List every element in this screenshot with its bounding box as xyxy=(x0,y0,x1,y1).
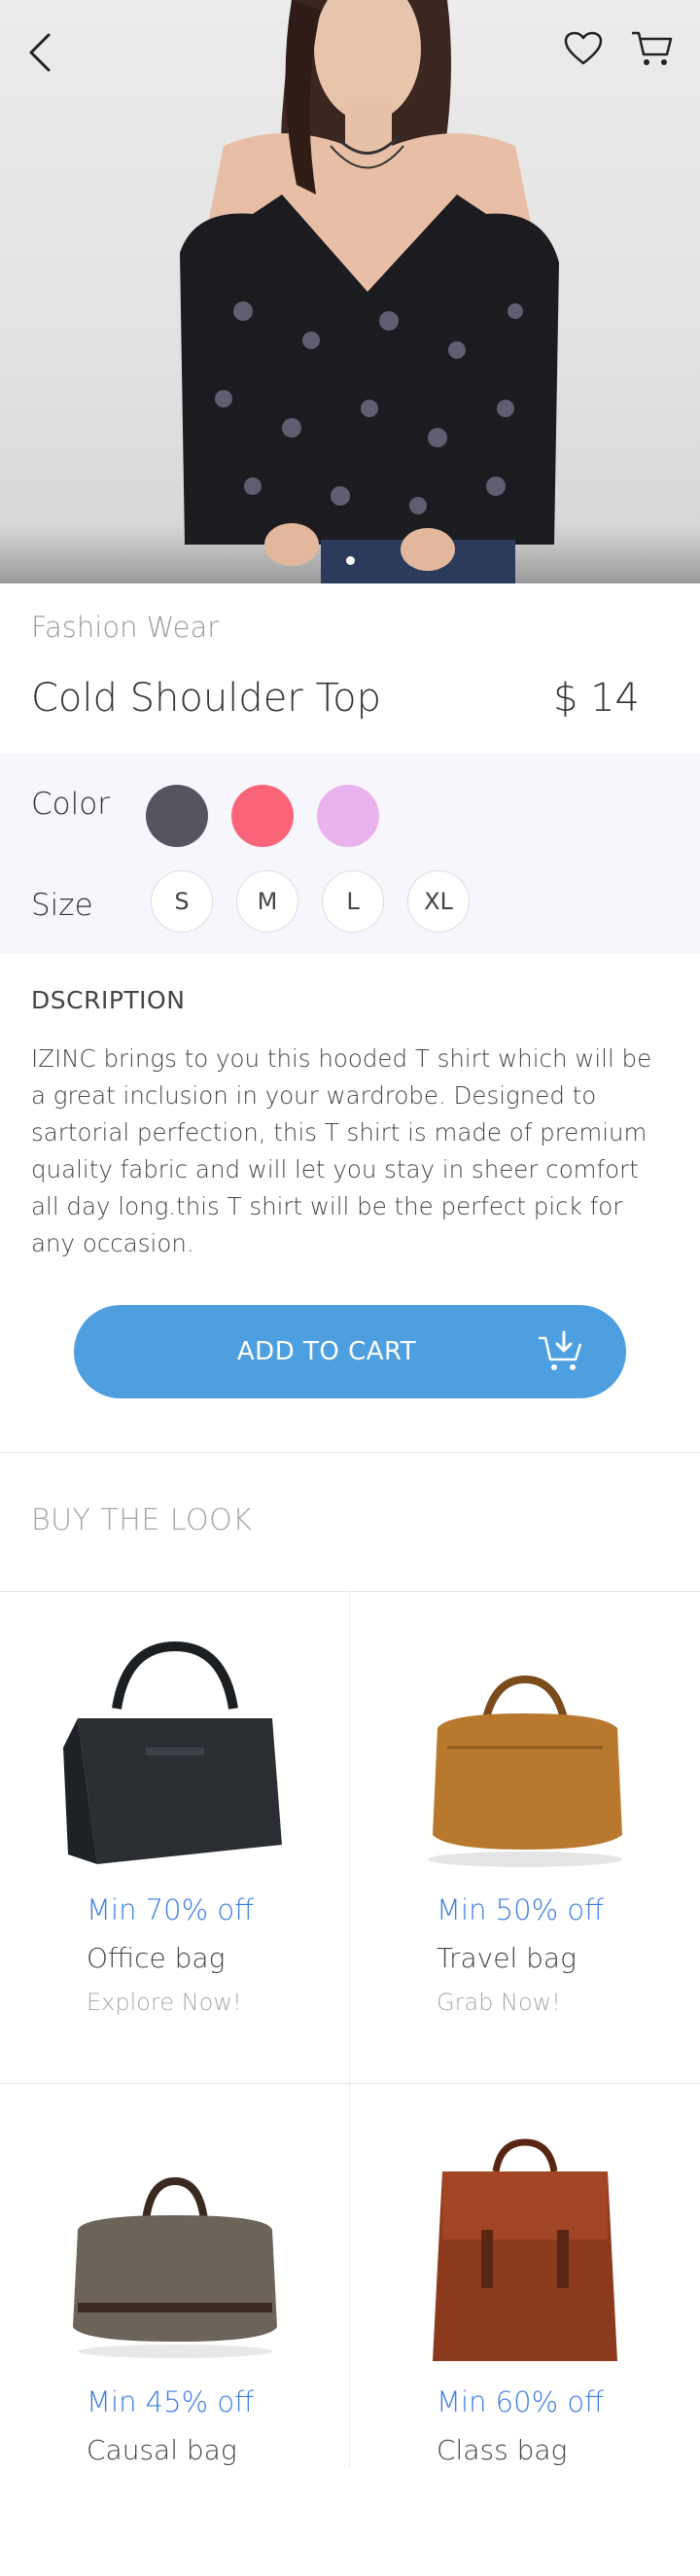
discount-text: Min 45% off xyxy=(87,2385,255,2418)
product-image-carousel[interactable] xyxy=(0,0,700,583)
grab-link[interactable]: Grab Now! xyxy=(437,1989,561,2016)
add-to-cart-label: ADD TO CART xyxy=(236,1337,417,1366)
look-card[interactable]: Min 60% off Class bag xyxy=(350,2084,699,2576)
size-option-xl[interactable]: XL xyxy=(407,870,470,933)
product-category: Fashion Wear xyxy=(31,611,220,644)
color-swatch[interactable] xyxy=(231,785,294,847)
color-swatch[interactable] xyxy=(317,785,379,847)
discount-text: Min 60% off xyxy=(437,2385,605,2418)
size-option-l[interactable]: L xyxy=(322,870,384,933)
size-label: Size xyxy=(31,888,93,923)
add-to-cart-button[interactable]: ADD TO CART xyxy=(74,1305,626,1398)
description-heading: DSCRIPTION xyxy=(31,986,186,1014)
heart-icon[interactable] xyxy=(564,31,603,70)
discount-text: Min 50% off xyxy=(437,1893,605,1926)
discount-text: Min 70% off xyxy=(87,1893,255,1926)
size-option-s[interactable]: S xyxy=(151,870,213,933)
options-panel: Color Size S M L XL xyxy=(0,754,700,953)
look-card[interactable]: Min 50% off Travel bag Grab Now! xyxy=(350,1592,699,2084)
explore-link[interactable]: Explore Now! xyxy=(87,1989,242,2016)
product-name: Class bag xyxy=(437,2434,568,2466)
look-card[interactable]: Min 45% off Causal bag xyxy=(0,2084,349,2576)
product-price: $ 14 xyxy=(552,676,640,721)
product-name: Travel bag xyxy=(437,1942,577,1974)
office-bag-image xyxy=(63,1641,282,1864)
look-card[interactable]: Min 70% off Office bag Explore Now! xyxy=(0,1592,349,2084)
product-title: Cold Shoulder Top xyxy=(31,676,381,721)
carousel-dot[interactable] xyxy=(345,556,355,565)
section-divider xyxy=(0,1452,700,1453)
cart-icon[interactable] xyxy=(630,29,673,72)
carousel-indicator xyxy=(0,550,700,569)
cart-download-icon xyxy=(537,1330,583,1377)
class-bag-image xyxy=(433,2138,617,2361)
product-name: Office bag xyxy=(87,1942,226,1974)
description-text: IZINC brings to you this hooded T shirt … xyxy=(31,1044,652,1257)
causal-bag-image xyxy=(73,2176,277,2358)
product-photo xyxy=(180,0,559,583)
chevron-left-icon[interactable] xyxy=(25,31,54,78)
color-swatch[interactable] xyxy=(146,785,208,847)
color-label: Color xyxy=(31,787,110,822)
buy-the-look-heading: BUY THE LOOK xyxy=(31,1503,253,1537)
product-name: Causal bag xyxy=(87,2434,237,2466)
size-option-m[interactable]: M xyxy=(236,870,298,933)
travel-bag-image xyxy=(428,1675,622,1867)
